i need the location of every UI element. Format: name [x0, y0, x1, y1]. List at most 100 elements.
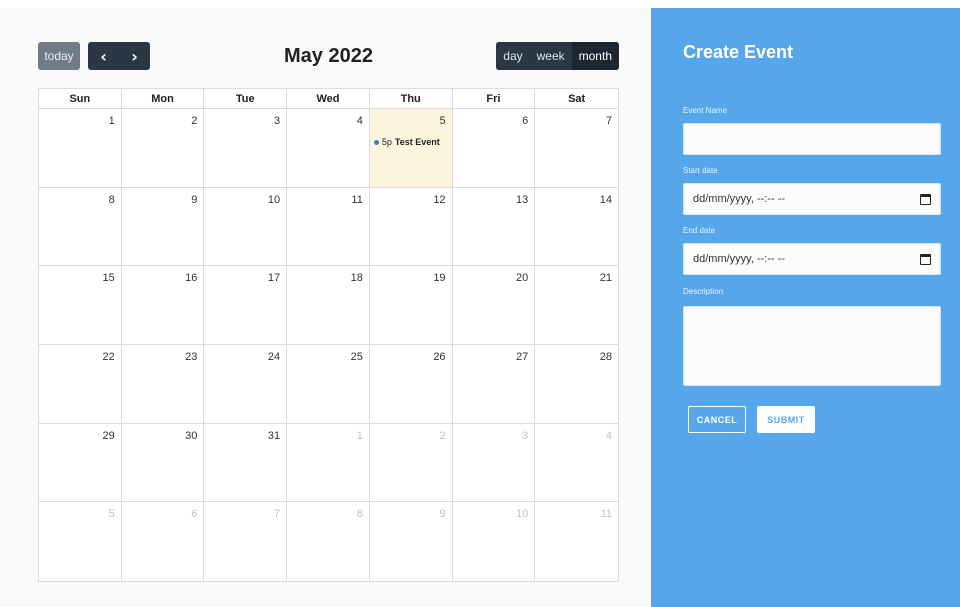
day-number[interactable]: 2: [439, 430, 445, 442]
day-number[interactable]: 8: [357, 508, 363, 520]
day-number[interactable]: 30: [185, 430, 197, 442]
day-number[interactable]: 4: [606, 430, 612, 442]
month-view-button[interactable]: month: [571, 42, 619, 70]
day-cell[interactable]: 10: [453, 502, 536, 581]
day-number[interactable]: 15: [102, 272, 114, 284]
day-number[interactable]: 18: [351, 272, 363, 284]
day-number[interactable]: 7: [274, 508, 280, 520]
day-cell[interactable]: 13: [452, 187, 536, 267]
cancel-button[interactable]: CANCEL: [688, 406, 746, 433]
day-number[interactable]: 24: [268, 351, 280, 363]
day-number[interactable]: 25: [351, 351, 363, 363]
day-cell[interactable]: 9: [370, 502, 453, 581]
day-cell[interactable]: 26: [369, 344, 453, 424]
day-number[interactable]: 4: [357, 115, 363, 127]
day-number[interactable]: 17: [268, 272, 280, 284]
day-cell[interactable]: 2: [121, 109, 205, 188]
today-button[interactable]: today: [38, 42, 80, 70]
day-number[interactable]: 3: [274, 115, 280, 127]
day-number[interactable]: 9: [439, 508, 445, 520]
day-number[interactable]: 29: [102, 430, 114, 442]
next-month-button[interactable]: ›: [119, 42, 150, 70]
day-number[interactable]: 7: [606, 115, 612, 127]
day-cell[interactable]: 23: [121, 344, 205, 424]
day-cell[interactable]: 22: [39, 344, 122, 424]
day-cell[interactable]: 8: [39, 187, 122, 267]
weekday-label: Thu: [370, 89, 453, 109]
day-cell[interactable]: 17: [204, 266, 288, 345]
day-cell[interactable]: 10: [204, 187, 288, 267]
day-number[interactable]: 14: [600, 194, 612, 206]
day-number[interactable]: 26: [433, 351, 445, 363]
description-textarea[interactable]: [683, 306, 941, 386]
day-cell[interactable]: 1: [287, 423, 370, 503]
day-cell[interactable]: 5: [39, 502, 122, 581]
day-number[interactable]: 5: [109, 508, 115, 520]
day-cell[interactable]: 7: [535, 109, 618, 188]
week-view-button[interactable]: week: [529, 42, 572, 70]
day-cell[interactable]: 31: [204, 423, 288, 503]
day-cell[interactable]: 27: [452, 344, 536, 424]
day-cell[interactable]: 5 5p Test Event: [369, 109, 453, 188]
event-name-input[interactable]: [683, 123, 941, 155]
day-number[interactable]: 22: [102, 351, 114, 363]
day-number[interactable]: 6: [522, 115, 528, 127]
day-cell[interactable]: 7: [204, 502, 288, 581]
end-date-input[interactable]: dd/mm/yyyy, --:-- --: [683, 243, 941, 275]
day-number[interactable]: 28: [600, 351, 612, 363]
day-number[interactable]: 21: [600, 272, 612, 284]
day-number[interactable]: 10: [516, 508, 528, 520]
day-cell[interactable]: 29: [39, 423, 122, 503]
day-cell[interactable]: 24: [204, 344, 288, 424]
day-cell[interactable]: 9: [121, 187, 205, 267]
day-number[interactable]: 1: [357, 430, 363, 442]
day-cell[interactable]: 21: [535, 266, 618, 345]
day-number[interactable]: 20: [516, 272, 528, 284]
day-cell[interactable]: 28: [535, 345, 618, 424]
day-cell[interactable]: 2: [369, 423, 453, 503]
submit-button[interactable]: SUBMIT: [757, 406, 815, 433]
day-number[interactable]: 31: [268, 430, 280, 442]
day-number[interactable]: 23: [185, 351, 197, 363]
day-number[interactable]: 13: [516, 194, 528, 206]
day-cell[interactable]: 19: [369, 266, 453, 345]
day-cell[interactable]: 11: [535, 502, 618, 581]
day-cell[interactable]: 6: [122, 502, 205, 581]
day-view-button[interactable]: day: [496, 42, 530, 70]
day-cell[interactable]: 12: [369, 187, 453, 267]
day-number[interactable]: 1: [109, 115, 115, 127]
calendar-icon[interactable]: [920, 254, 931, 265]
day-cell[interactable]: 18: [287, 266, 370, 345]
day-cell[interactable]: 6: [452, 109, 536, 188]
start-date-input[interactable]: dd/mm/yyyy, --:-- --: [683, 183, 941, 215]
day-number[interactable]: 12: [433, 194, 445, 206]
calendar-icon[interactable]: [920, 194, 931, 205]
day-number[interactable]: 9: [191, 194, 197, 206]
day-number[interactable]: 8: [109, 194, 115, 206]
day-number[interactable]: 16: [185, 272, 197, 284]
day-number[interactable]: 27: [516, 351, 528, 363]
day-cell[interactable]: 1: [39, 109, 122, 188]
day-cell[interactable]: 4: [287, 109, 370, 188]
day-cell[interactable]: 8: [287, 502, 370, 581]
day-number[interactable]: 3: [522, 430, 528, 442]
day-number[interactable]: 6: [191, 508, 197, 520]
day-number[interactable]: 11: [601, 508, 612, 520]
day-number[interactable]: 11: [351, 194, 362, 206]
day-cell[interactable]: 3: [204, 109, 288, 188]
day-cell[interactable]: 3: [452, 423, 536, 503]
day-cell[interactable]: 25: [287, 344, 370, 424]
day-cell[interactable]: 30: [121, 423, 205, 503]
prev-month-button[interactable]: ‹: [88, 42, 119, 70]
day-cell[interactable]: 4: [535, 424, 618, 503]
day-number[interactable]: 19: [433, 272, 445, 284]
day-cell[interactable]: 20: [452, 266, 536, 345]
day-number[interactable]: 2: [191, 115, 197, 127]
day-cell[interactable]: 14: [535, 188, 618, 267]
calendar-event[interactable]: 5p Test Event: [373, 137, 440, 147]
day-cell[interactable]: 11: [287, 187, 370, 267]
day-cell[interactable]: 16: [121, 266, 205, 345]
day-cell[interactable]: 15: [39, 266, 122, 345]
day-number[interactable]: 10: [268, 194, 280, 206]
day-number[interactable]: 5: [439, 115, 445, 127]
